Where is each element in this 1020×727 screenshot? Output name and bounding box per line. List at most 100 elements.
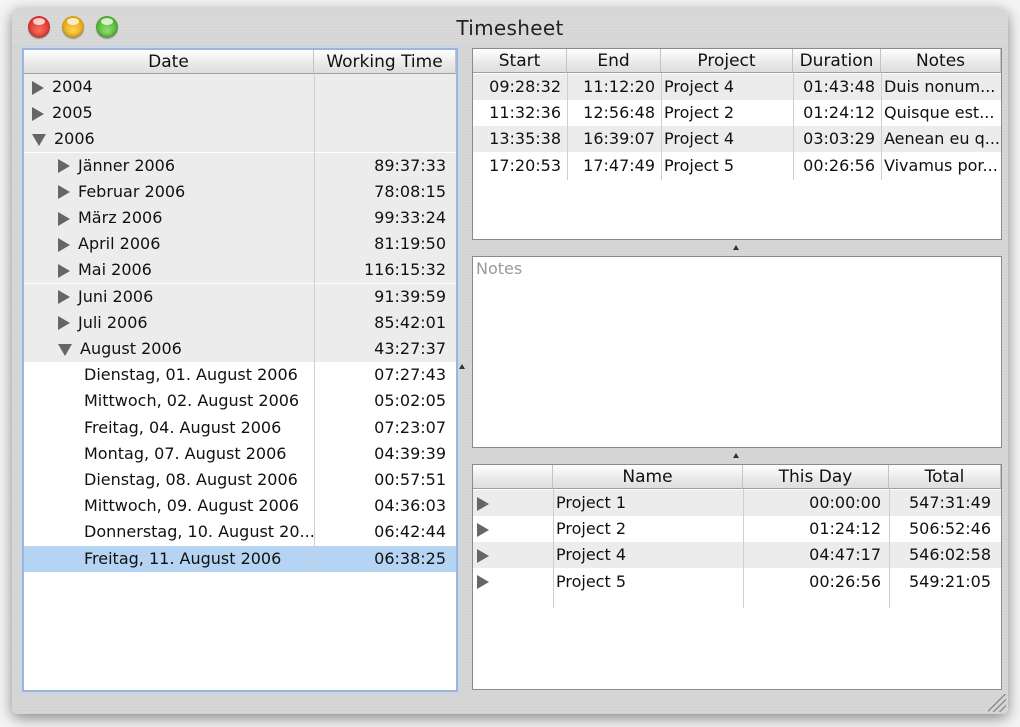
end-cell: 16:39:07 <box>583 129 655 149</box>
column-header-duration[interactable]: Duration <box>793 49 881 73</box>
notes-text-area[interactable]: Notes <box>472 256 1002 448</box>
bottom-split-handle[interactable] <box>733 453 739 458</box>
date-cell: Montag, 07. August 2006 <box>84 441 314 467</box>
entry-row[interactable]: 17:20:53 17:47:49 Project 5 00:26:56 Vivamus… <box>473 153 1001 179</box>
disclosure-collapsed-icon[interactable] <box>32 80 44 95</box>
outline-row[interactable]: August 2006 43:27:37 <box>24 336 456 362</box>
date-cell: Donnerstag, 10. August 20... <box>84 519 314 545</box>
date-cell: 2004 <box>32 74 314 100</box>
outline-row[interactable]: Montag, 07. August 2006 04:39:39 <box>24 441 456 467</box>
date-label: Mai 2006 <box>78 260 152 280</box>
disclosure-collapsed-icon[interactable] <box>58 159 70 174</box>
column-header-working-time[interactable]: Working Time <box>314 50 456 74</box>
outline-row[interactable]: Mai 2006 116:15:32 <box>24 257 456 284</box>
column-header-total[interactable]: Total <box>889 465 1001 489</box>
outline-row[interactable]: Jänner 2006 89:37:33 <box>24 152 456 179</box>
outline-row[interactable]: Juli 2006 85:42:01 <box>24 309 456 336</box>
outline-row-selected[interactable]: Freitag, 11. August 2006 06:38:25 <box>24 545 456 572</box>
duration-cell: 03:03:29 <box>803 129 875 149</box>
column-header-this-day[interactable]: This Day <box>743 465 889 489</box>
disclosure-collapsed-icon[interactable] <box>477 548 489 563</box>
column-header-disclosure[interactable] <box>473 465 553 489</box>
outline-row[interactable]: Freitag, 04. August 2006 07:23:07 <box>24 415 456 441</box>
top-split-handle[interactable] <box>733 245 739 250</box>
project-name-cell: Project 5 <box>556 571 627 591</box>
entries-table[interactable]: Start End Project Duration Notes 09:28:3… <box>472 48 1002 240</box>
window-title: Timesheet <box>456 16 564 40</box>
disclosure-expanded-icon[interactable] <box>32 133 46 146</box>
date-cell: Dienstag, 08. August 2006 <box>84 467 314 493</box>
project-name-cell: Project 2 <box>556 519 627 539</box>
outline-row[interactable]: Donnerstag, 10. August 20... 06:42:44 <box>24 519 456 545</box>
working-time-cell: 116:15:32 <box>363 260 446 280</box>
disclosure-collapsed-icon[interactable] <box>32 106 44 121</box>
column-divider <box>661 73 662 180</box>
disclosure-collapsed-icon[interactable] <box>58 237 70 252</box>
column-header-project[interactable]: Project <box>661 49 793 73</box>
date-cell: Dienstag, 01. August 2006 <box>84 362 314 388</box>
column-divider <box>567 73 568 180</box>
end-cell: 12:56:48 <box>583 103 655 123</box>
disclosure-collapsed-icon[interactable] <box>58 263 70 278</box>
outline-row[interactable]: April 2006 81:19:50 <box>24 231 456 258</box>
date-label: April 2006 <box>78 234 161 254</box>
disclosure-collapsed-icon[interactable] <box>477 496 489 511</box>
date-cell: Mittwoch, 09. August 2006 <box>84 493 314 519</box>
outline-row[interactable]: Juni 2006 91:39:59 <box>24 283 456 310</box>
date-label: Februar 2006 <box>78 181 186 201</box>
this-day-cell: 04:47:17 <box>809 545 881 565</box>
date-label: 2005 <box>52 103 93 123</box>
working-time-cell: 81:19:50 <box>374 234 446 254</box>
disclosure-collapsed-icon[interactable] <box>58 316 70 331</box>
column-header-end[interactable]: End <box>567 49 661 73</box>
working-time-cell: 05:02:05 <box>374 391 446 411</box>
column-divider <box>314 74 315 572</box>
outline-row[interactable]: März 2006 99:33:24 <box>24 205 456 231</box>
total-cell: 506:52:46 <box>908 519 991 539</box>
working-time-cell: 07:23:07 <box>374 417 446 437</box>
date-outline-view[interactable]: Date Working Time 2004 2005 2006 Jänner 200… <box>22 48 458 692</box>
outline-row[interactable]: 2005 <box>24 100 456 127</box>
project-cell: Project 5 <box>664 155 735 175</box>
outline-row[interactable]: Mittwoch, 02. August 2006 05:02:05 <box>24 388 456 414</box>
working-time-cell: 85:42:01 <box>374 312 446 332</box>
projects-outline-view[interactable]: Name This Day Total Project 1 00:00:00 547… <box>472 464 1002 690</box>
outline-row[interactable]: Mittwoch, 09. August 2006 04:36:03 <box>24 493 456 519</box>
outline-row[interactable]: 2004 <box>24 74 456 100</box>
vertical-split-handle[interactable] <box>459 364 465 369</box>
disclosure-cell <box>477 569 553 595</box>
column-header-date[interactable]: Date <box>24 50 314 74</box>
outline-row[interactable]: Februar 2006 78:08:15 <box>24 178 456 205</box>
outline-row[interactable]: 2006 <box>24 126 456 153</box>
column-header-notes[interactable]: Notes <box>881 49 1001 73</box>
disclosure-collapsed-icon[interactable] <box>58 290 70 305</box>
working-time-cell <box>314 100 456 126</box>
column-header-start[interactable]: Start <box>473 49 567 73</box>
disclosure-collapsed-icon[interactable] <box>477 575 489 590</box>
column-divider <box>553 489 554 608</box>
outline-row[interactable]: Dienstag, 01. August 2006 07:27:43 <box>24 362 456 388</box>
disclosure-expanded-icon[interactable] <box>58 343 72 356</box>
outline-row[interactable]: Dienstag, 08. August 2006 00:57:51 <box>24 467 456 493</box>
disclosure-collapsed-icon[interactable] <box>477 522 489 537</box>
disclosure-collapsed-icon[interactable] <box>58 211 70 226</box>
end-cell: 17:47:49 <box>583 155 655 175</box>
total-cell: 549:21:05 <box>908 571 991 591</box>
resize-grip-icon[interactable] <box>988 694 1006 712</box>
entry-row[interactable]: 11:32:36 12:56:48 Project 2 01:24:12 Quisque… <box>473 100 1001 126</box>
disclosure-collapsed-icon[interactable] <box>58 185 70 200</box>
working-time-cell: 99:33:24 <box>374 208 446 227</box>
disclosure-cell <box>477 542 553 568</box>
date-cell: Mittwoch, 02. August 2006 <box>84 388 314 414</box>
disclosure-cell <box>477 516 553 542</box>
column-header-name[interactable]: Name <box>553 465 743 489</box>
title-bar[interactable]: Timesheet <box>12 8 1008 46</box>
date-cell: Juli 2006 <box>58 310 314 336</box>
entry-row[interactable]: 13:35:38 16:39:07 Project 4 03:03:29 Aenean … <box>473 126 1001 153</box>
working-time-cell <box>314 74 456 100</box>
date-label: Mittwoch, 09. August 2006 <box>84 496 300 516</box>
disclosure-cell <box>477 490 553 516</box>
date-cell: März 2006 <box>58 205 314 231</box>
entry-row[interactable]: 09:28:32 11:12:20 Project 4 01:43:48 Duis no… <box>473 74 1001 100</box>
working-time-cell: 91:39:59 <box>374 286 446 306</box>
